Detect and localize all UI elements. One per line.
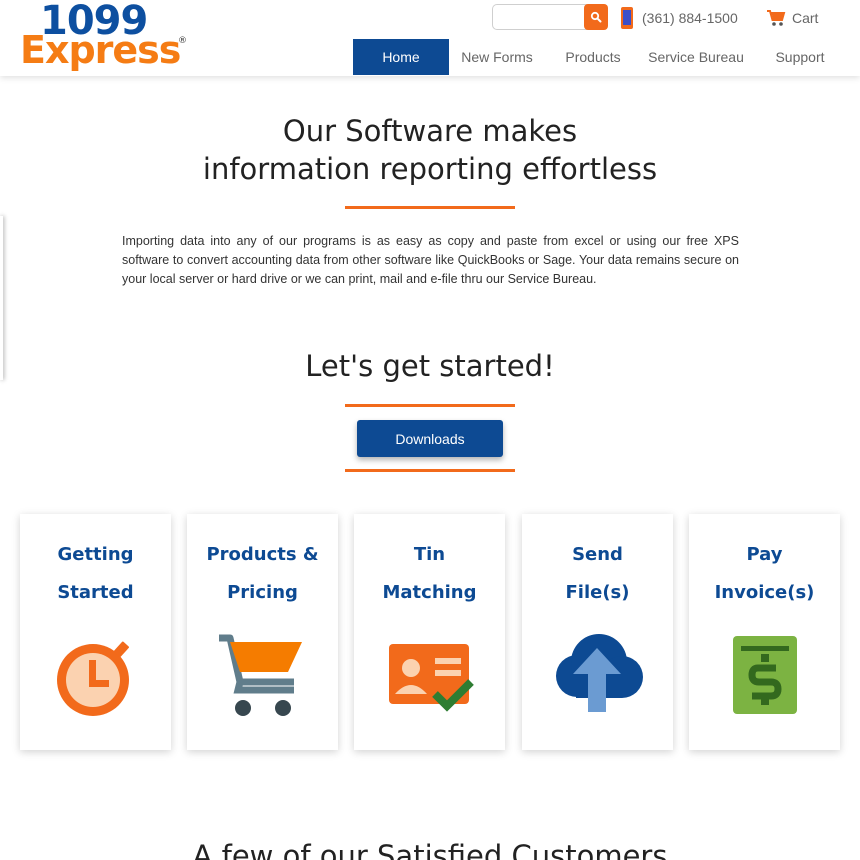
hero-heading-line2: information reporting effortless (202, 152, 658, 186)
hero-description: Importing data into any of our programs … (122, 234, 739, 286)
card-title-line1: Tin (413, 544, 446, 565)
mobile-phone-icon (621, 7, 633, 29)
brand-logo[interactable]: 1099 Express ® (20, 0, 190, 74)
dollar-invoice-icon (733, 636, 797, 714)
card-pay-invoices[interactable]: Pay Invoice(s) (689, 514, 840, 750)
card-tin-matching[interactable]: Tin Matching (354, 514, 505, 750)
phone-number: (361) 884-1500 (642, 10, 738, 26)
hero-heading: Our Software makes information reporting… (0, 112, 860, 188)
nav-products[interactable]: Products (545, 39, 641, 75)
card-title: Send File(s) (522, 536, 673, 612)
card-title: Getting Started (20, 536, 171, 612)
logo-express: Express (20, 28, 181, 72)
shopping-cart-icon (219, 634, 302, 716)
card-getting-started[interactable]: Getting Started (20, 514, 171, 750)
shopping-cart-icon (767, 10, 786, 26)
site-header: 1099 Express ® (361) 884-1500 Cart Home (0, 0, 860, 76)
logo-registered-mark: ® (178, 36, 187, 46)
search-button[interactable] (584, 4, 608, 30)
card-title: Tin Matching (354, 536, 505, 612)
cloud-upload-icon (556, 634, 643, 712)
nav-service-bureau[interactable]: Service Bureau (641, 39, 751, 75)
hero-divider (345, 206, 515, 209)
customers-heading: A few of our Satisfied Customers (192, 839, 668, 860)
phone-contact[interactable]: (361) 884-1500 (620, 6, 738, 30)
card-title-line1: Getting (57, 544, 134, 565)
search-input[interactable] (492, 4, 588, 30)
card-title-line2: File(s) (565, 582, 630, 603)
cart-label: Cart (792, 10, 819, 26)
get-started-divider-top (345, 404, 515, 407)
card-title-line2: Pricing (227, 582, 298, 603)
card-send-files[interactable]: Send File(s) (522, 514, 673, 750)
card-title: Products & Pricing (187, 536, 338, 612)
get-started-heading: Let's get started! (305, 349, 555, 383)
card-title-line2: Matching (382, 582, 477, 603)
card-title: Pay Invoice(s) (689, 536, 840, 612)
get-started-divider-bottom (345, 469, 515, 472)
cart-link[interactable]: Cart (766, 6, 818, 30)
nav-support[interactable]: Support (751, 39, 849, 75)
nav-home[interactable]: Home (353, 39, 449, 75)
nav-new-forms[interactable]: New Forms (449, 39, 545, 75)
search-icon (590, 11, 602, 23)
id-card-check-icon (389, 644, 474, 712)
card-title-line2: Started (57, 582, 134, 603)
card-products-pricing[interactable]: Products & Pricing (187, 514, 338, 750)
card-title-line2: Invoice(s) (714, 582, 815, 603)
hero-heading-line1: Our Software makes (282, 114, 578, 148)
downloads-button[interactable]: Downloads (357, 420, 503, 457)
stopwatch-icon (57, 641, 129, 716)
search-box (492, 4, 608, 30)
card-title-line1: Pay (746, 544, 783, 565)
main-nav: Home New Forms Products Service Bureau S… (353, 39, 849, 75)
card-title-line1: Send (572, 544, 623, 565)
card-title-line1: Products & (206, 544, 319, 565)
